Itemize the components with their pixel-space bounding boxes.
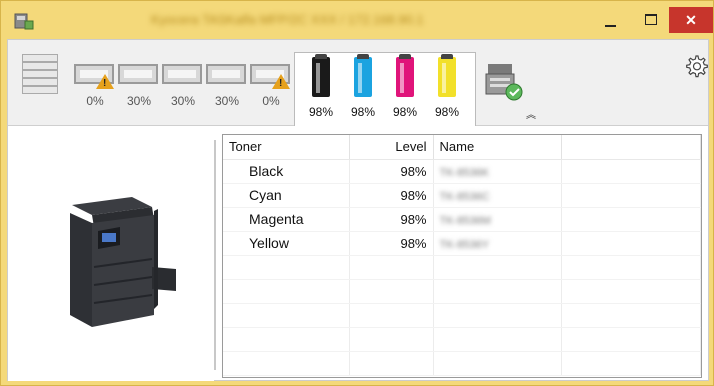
toner-cartridge-icon xyxy=(354,54,372,97)
toner-level: 98% xyxy=(350,105,376,119)
table-row[interactable]: Cyan 98% TK-8536C xyxy=(223,183,701,208)
toner-cyan[interactable]: 98% xyxy=(343,53,383,125)
paper-level: 30% xyxy=(214,94,240,108)
maximize-button[interactable] xyxy=(631,5,671,35)
column-header-name[interactable]: Name xyxy=(433,135,562,160)
paper-level: 0% xyxy=(262,94,280,108)
paper-level: 30% xyxy=(170,94,196,108)
paper-stack-icon[interactable] xyxy=(18,50,68,110)
paper-tray-icon xyxy=(162,64,202,84)
status-toolbar: ! 0% 30% 30% 30% ! 0% 98% 98% 98% 98% ︽ xyxy=(8,40,708,126)
client-area: ! 0% 30% 30% 30% ! 0% 98% 98% 98% 98% ︽ … xyxy=(7,39,709,381)
toner-name-cell: Black xyxy=(223,159,350,184)
toner-yellow[interactable]: 98% xyxy=(427,53,467,125)
toner-model-cell: TK-8536Y xyxy=(433,231,562,256)
gear-icon[interactable] xyxy=(684,54,708,78)
toner-table: Toner Level Name Black 98% TK-8536K Cyan xyxy=(222,134,702,378)
toner-name-cell: Cyan xyxy=(223,183,350,208)
toner-level-cell: 98% xyxy=(349,207,434,232)
empty-row xyxy=(223,327,701,352)
toner-level: 98% xyxy=(392,105,418,119)
column-header-empty xyxy=(561,135,701,160)
title-bar[interactable]: Kyocera TASKalfa MFP/2C XXX / 172.168.90… xyxy=(1,1,713,39)
paper-level: 0% xyxy=(86,94,104,108)
table-row[interactable]: Black 98% TK-8536K xyxy=(223,159,701,184)
pane-splitter[interactable] xyxy=(214,140,216,370)
toner-level: 98% xyxy=(308,105,334,119)
minimize-icon xyxy=(605,25,616,27)
toner-name-cell: Yellow xyxy=(223,231,350,256)
collapse-chevron-icon[interactable]: ︽ xyxy=(526,106,536,121)
toner-cartridge-icon xyxy=(312,54,330,97)
toner-panel[interactable]: 98% 98% 98% 98% xyxy=(294,52,476,126)
paper-tray-2[interactable]: 30% xyxy=(118,54,162,114)
paper-tray-5[interactable]: ! 0% xyxy=(250,54,294,114)
empty-row xyxy=(223,279,701,304)
printer-image-pane xyxy=(8,127,214,381)
printer-app-icon xyxy=(14,13,34,30)
toner-cartridge-icon xyxy=(396,54,414,97)
close-button[interactable]: ✕ xyxy=(669,7,713,33)
toner-black[interactable]: 98% xyxy=(301,53,341,125)
toner-level-cell: 98% xyxy=(349,231,434,256)
table-row[interactable]: Yellow 98% TK-8536Y xyxy=(223,231,701,256)
minimize-button[interactable] xyxy=(591,5,631,35)
paper-tray-icon xyxy=(118,64,158,84)
toner-model-cell: TK-8536M xyxy=(433,207,562,232)
table-row[interactable]: Magenta 98% TK-8536M xyxy=(223,207,701,232)
toner-name-cell: Magenta xyxy=(223,207,350,232)
empty-row xyxy=(223,303,701,328)
printer-image xyxy=(70,197,176,327)
paper-tray-4[interactable]: 30% xyxy=(206,54,250,114)
toner-cartridge-icon xyxy=(438,54,456,97)
column-header-toner[interactable]: Toner xyxy=(223,135,350,160)
empty-row xyxy=(223,255,701,280)
device-status-icon[interactable] xyxy=(484,60,524,104)
window-title: Kyocera TASKalfa MFP/2C XXX / 172.168.90… xyxy=(151,12,424,27)
toner-model-cell: TK-8536C xyxy=(433,183,562,208)
paper-tray-1[interactable]: ! 0% xyxy=(74,54,118,114)
table-header-row: Toner Level Name xyxy=(223,135,701,160)
toner-magenta[interactable]: 98% xyxy=(385,53,425,125)
toner-level-cell: 98% xyxy=(349,159,434,184)
paper-level: 30% xyxy=(126,94,152,108)
toner-level-cell: 98% xyxy=(349,183,434,208)
column-header-level[interactable]: Level xyxy=(349,135,434,160)
empty-row xyxy=(223,351,701,376)
toner-level: 98% xyxy=(434,105,460,119)
toner-model-cell: TK-8536K xyxy=(433,159,562,184)
maximize-icon xyxy=(645,14,657,25)
status-monitor-window: Kyocera TASKalfa MFP/2C XXX / 172.168.90… xyxy=(0,0,714,386)
paper-tray-3[interactable]: 30% xyxy=(162,54,206,114)
paper-tray-icon xyxy=(206,64,246,84)
